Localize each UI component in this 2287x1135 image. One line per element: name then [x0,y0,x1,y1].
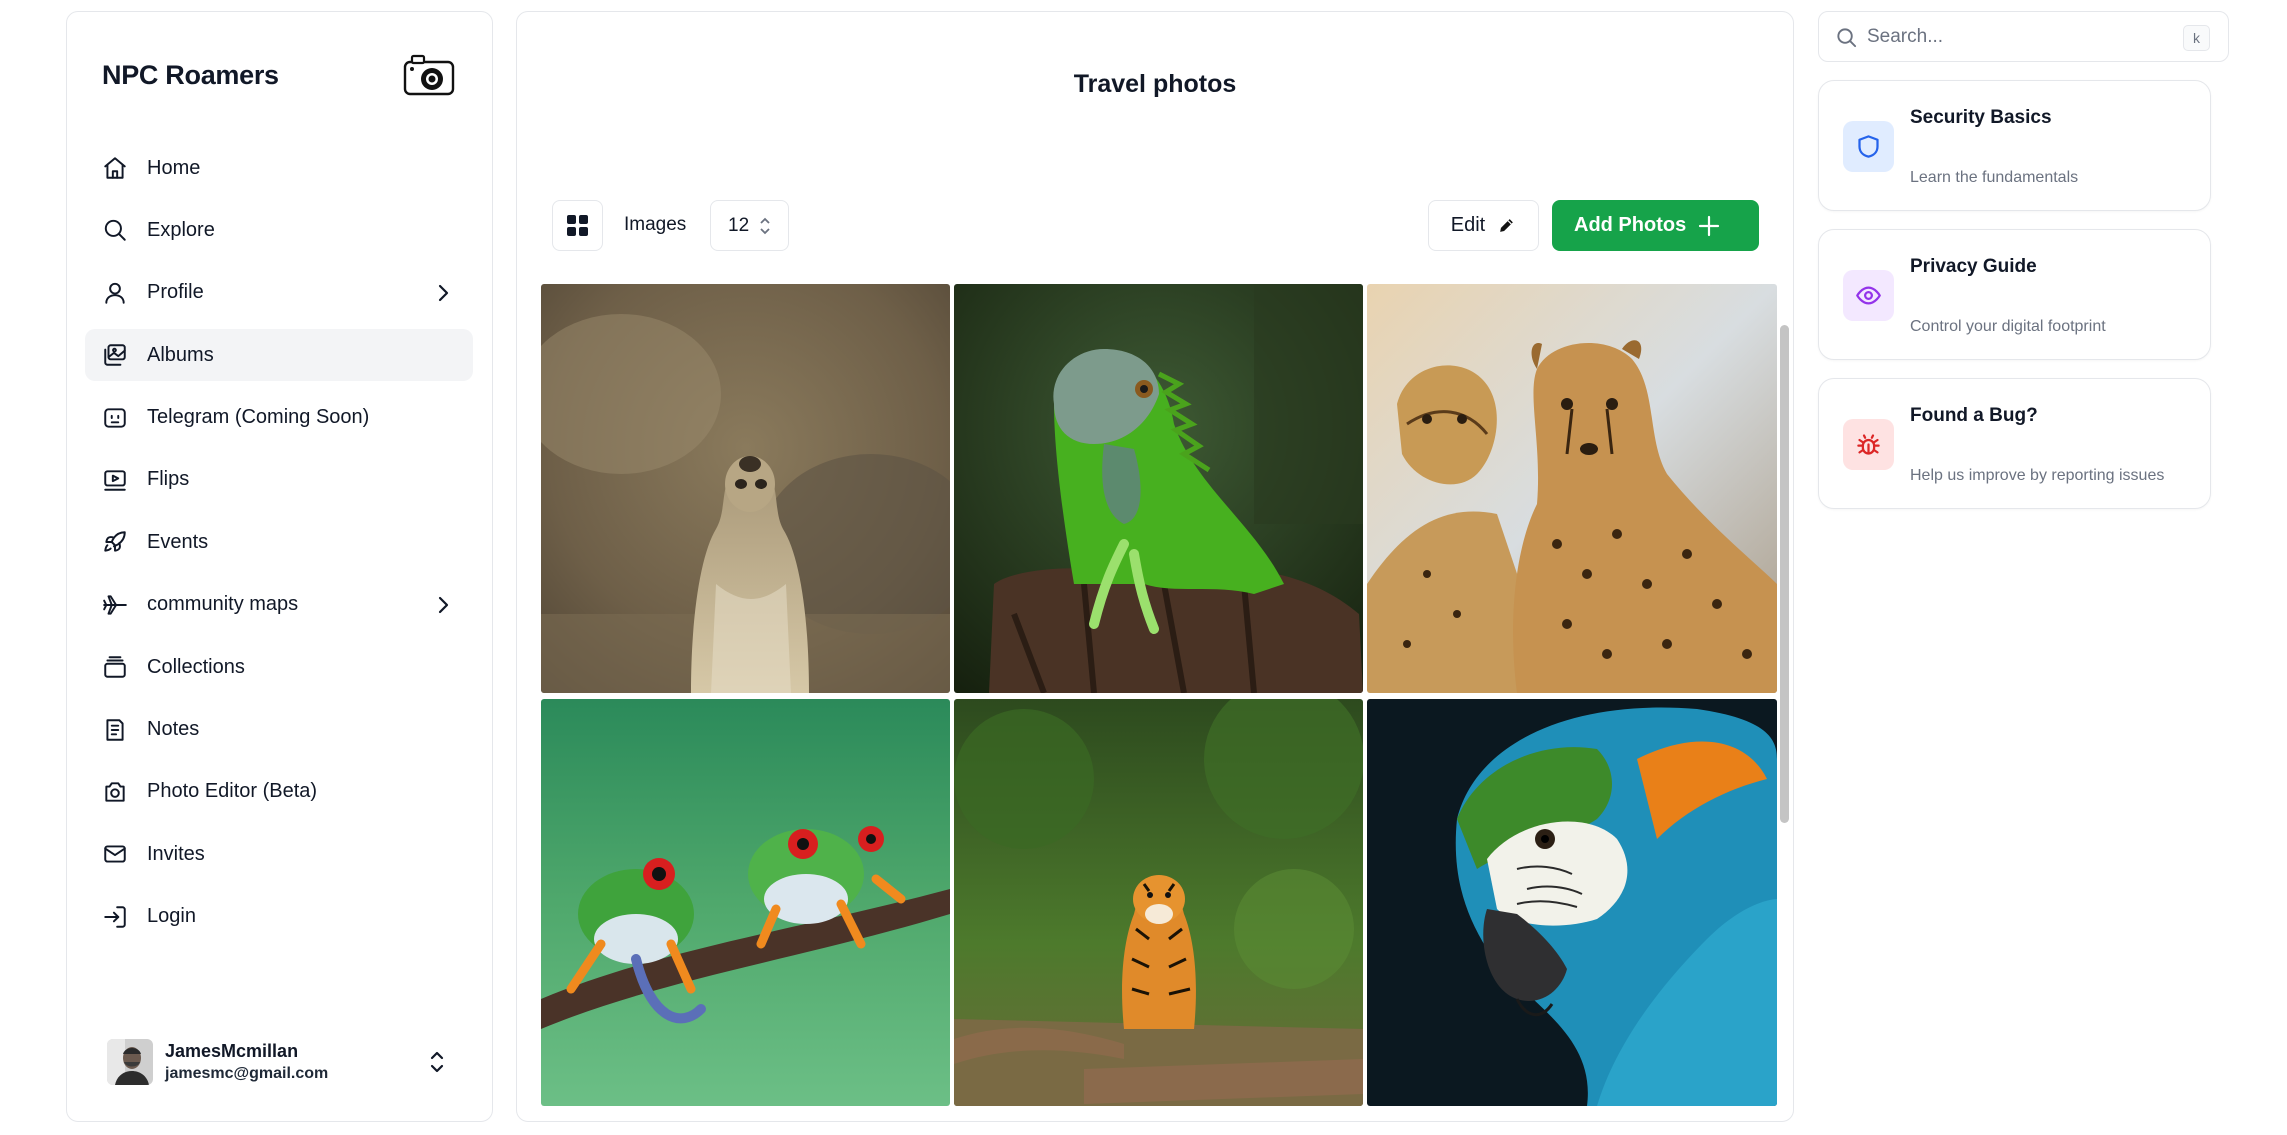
search-icon [101,216,129,244]
sidebar-item-notes[interactable]: Notes [85,704,473,756]
edit-button[interactable]: Edit [1428,200,1539,251]
sidebar-item-community-maps[interactable]: community maps [85,579,473,631]
sidebar-item-label: Telegram (Coming Soon) [147,406,370,429]
macaw-photo[interactable] [1367,699,1777,1106]
add-photos-label: Add Photos [1574,214,1687,236]
sidebar-item-flips[interactable]: Flips [85,454,473,506]
tiger-photo[interactable] [954,699,1363,1106]
user-name: JamesMcmillan [165,1041,299,1061]
cheetahs-photo[interactable] [1367,284,1777,693]
found-a-bug-card[interactable]: Found a Bug? Help us improve by reportin… [1818,378,2211,509]
sidebar-item-invites[interactable]: Invites [85,828,473,880]
search-placeholder: Search... [1867,25,1944,47]
sidebar-item-label: Collections [147,655,245,678]
shield-icon [1843,121,1894,172]
edit-button-label: Edit [1450,214,1486,236]
notebook-icon [101,716,129,744]
camera-icon [101,778,129,806]
gallery-toolbar: Images 12 Edit Add Photos [552,200,1759,252]
camera-logo-icon [402,52,456,98]
eye-icon [1843,270,1894,321]
chevrons-up-down-icon[interactable] [425,1049,449,1075]
sidebar-item-collections[interactable]: Collections [85,641,473,693]
mail-icon [101,840,129,868]
sidebar-item-label: Profile [147,281,204,304]
iguana-photo[interactable] [954,284,1363,693]
plane-icon [101,591,129,619]
sidebar-item-label: Login [147,905,196,928]
card-title: Found a Bug? [1910,405,2038,426]
sidebar-item-label: Events [147,530,209,553]
sidebar-item-explore[interactable]: Explore [85,204,473,256]
video-icon [101,466,129,494]
card-title: Privacy Guide [1910,256,2037,277]
sidebar-item-photo-editor[interactable]: Photo Editor (Beta) [85,766,473,818]
frogs-photo[interactable] [541,699,950,1106]
gallery-scrollbar[interactable] [1780,284,1789,1106]
pencil-icon [1500,219,1514,232]
grid-icon [566,214,589,237]
grid-view-button[interactable] [552,200,603,251]
avatar [107,1039,153,1085]
search-box[interactable]: Search... k [1818,11,2229,62]
bot-icon [101,404,129,432]
search-icon [1835,26,1858,49]
bug-icon [1843,419,1894,470]
images-count-value: 12 [728,214,750,236]
sidebar-item-label: community maps [147,593,299,616]
chevrons-up-down-icon [760,217,770,235]
brand-title[interactable]: NPC Roamers [102,60,279,91]
sidebar-item-telegram[interactable]: Telegram (Coming Soon) [85,392,473,444]
sidebar-item-events[interactable]: Events [85,516,473,568]
user-email: jamesmc@gmail.com [165,1065,329,1082]
meerkat-photo[interactable] [541,284,950,693]
chevron-right-icon[interactable] [431,281,455,305]
user-menu[interactable]: JamesMcmillan jamesmc@gmail.com [107,1032,463,1092]
sidebar-item-label: Notes [147,718,200,741]
scrollbar-thumb[interactable] [1780,325,1789,823]
sidebar-item-label: Albums [147,343,214,366]
sidebar-item-profile[interactable]: Profile [85,267,473,319]
home-icon [101,154,129,182]
images-icon [101,341,129,369]
images-count-label: Images [624,214,687,235]
plus-icon [1698,215,1720,237]
login-icon [101,903,129,931]
sidebar-item-label: Invites [147,842,205,865]
card-description: Control your digital footprint [1910,318,2106,335]
card-description: Learn the fundamentals [1910,169,2079,186]
privacy-guide-card[interactable]: Privacy Guide Control your digital footp… [1818,229,2211,360]
chevron-right-icon[interactable] [431,593,455,617]
search-shortcut-badge: k [2183,25,2210,51]
rocket-icon [101,528,129,556]
add-photos-button[interactable]: Add Photos [1552,200,1759,251]
sidebar-item-albums[interactable]: Albums [85,329,473,382]
layers-icon [101,653,129,681]
sidebar-item-label: Photo Editor (Beta) [147,780,318,803]
photo-gallery [541,284,1777,1106]
sidebar-item-label: Home [147,156,201,179]
sidebar-item-label: Explore [147,218,215,241]
card-title: Security Basics [1910,107,2052,128]
images-count-select[interactable]: 12 [710,200,789,251]
main-panel: Travel photos Images 12 Edit Add Photos [516,11,1794,1122]
sidebar-item-home[interactable]: Home [85,142,473,194]
user-icon [101,279,129,307]
page-title: Travel photos [1073,70,1237,98]
sidebar-nav: Home Explore Profile Albums Telegram (Co… [85,142,473,953]
security-basics-card[interactable]: Security Basics Learn the fundamentals [1818,80,2211,211]
sidebar: NPC Roamers Home Explore Profile Albums … [66,11,493,1122]
sidebar-item-login[interactable]: Login [85,891,473,943]
right-panel: Search... k Security Basics Learn the fu… [1818,11,2229,509]
card-description: Help us improve by reporting issues [1910,467,2165,484]
app-canvas: NPC Roamers Home Explore Profile Albums … [0,0,2287,1135]
sidebar-item-label: Flips [147,468,190,491]
